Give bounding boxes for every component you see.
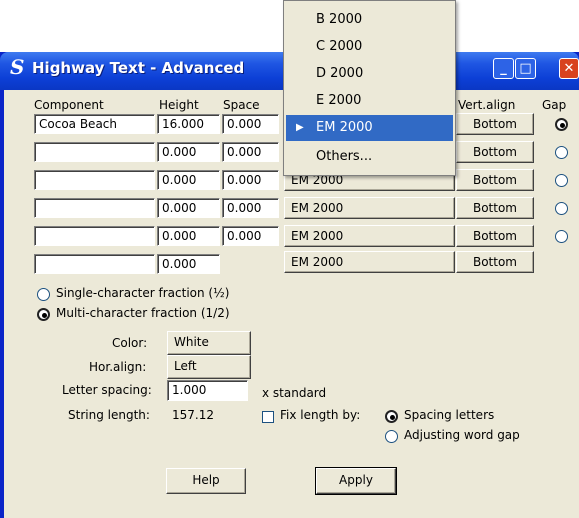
maximize-button[interactable]: □ xyxy=(515,58,536,79)
space-input-5[interactable]: 0.000 xyxy=(222,226,279,246)
highway-s-icon: S xyxy=(10,55,25,79)
component-input-4[interactable] xyxy=(34,198,155,218)
dropdown-item-c2000[interactable]: C 2000 xyxy=(286,34,453,60)
space-input-1[interactable]: 0.000 xyxy=(222,114,279,134)
letter-spacing-unit: x standard xyxy=(262,386,327,400)
multi-fraction-label: Multi-character fraction (1/2) xyxy=(56,306,230,320)
close-icon: ✕ xyxy=(563,61,575,76)
gap-radio-5[interactable] xyxy=(555,230,568,243)
vert-align-button-5[interactable]: Bottom xyxy=(456,225,534,247)
space-input-3[interactable]: 0.000 xyxy=(222,170,279,190)
window-title: Highway Text - Advanced xyxy=(32,59,245,77)
font-select-5[interactable]: EM 2000 xyxy=(284,225,455,247)
hor-align-label: Hor.align: xyxy=(89,360,147,374)
dropdown-item-em2000-label: EM 2000 xyxy=(316,120,373,135)
font-select-4[interactable]: EM 2000 xyxy=(284,197,455,219)
close-button[interactable]: ✕ xyxy=(559,58,579,79)
minimize-button[interactable]: _ xyxy=(493,58,514,79)
dropdown-item-e2000[interactable]: E 2000 xyxy=(286,88,453,114)
header-space: Space xyxy=(223,98,260,112)
dropdown-item-b2000[interactable]: B 2000 xyxy=(286,7,453,33)
dropdown-item-others[interactable]: Others... xyxy=(286,144,453,170)
component-input-5[interactable] xyxy=(34,226,155,246)
header-component: Component xyxy=(34,98,104,112)
dropdown-item-d2000[interactable]: D 2000 xyxy=(286,61,453,87)
multi-fraction-radio[interactable] xyxy=(37,308,50,321)
header-vert-align: Vert.align xyxy=(458,98,516,112)
vert-align-button-6[interactable]: Bottom xyxy=(456,251,534,273)
triangle-right-icon: ▶ xyxy=(296,122,304,133)
gap-radio-3[interactable] xyxy=(555,174,568,187)
color-label: Color: xyxy=(112,336,148,350)
vert-align-button-1[interactable]: Bottom xyxy=(456,113,534,135)
hor-align-button[interactable]: Left xyxy=(167,355,251,379)
fix-spacing-label: Spacing letters xyxy=(404,408,495,422)
color-button[interactable]: White xyxy=(167,331,251,355)
height-input-2[interactable]: 0.000 xyxy=(157,142,220,162)
space-input-2[interactable]: 0.000 xyxy=(222,142,279,162)
component-input-1[interactable]: Cocoa Beach xyxy=(34,114,155,134)
gap-radio-4[interactable] xyxy=(555,202,568,215)
apply-button[interactable]: Apply xyxy=(315,467,397,495)
fix-word-gap-radio[interactable] xyxy=(385,430,398,443)
vert-align-button-2[interactable]: Bottom xyxy=(456,141,534,163)
vert-align-button-3[interactable]: Bottom xyxy=(456,169,534,191)
maximize-icon: □ xyxy=(519,61,532,76)
gap-radio-2[interactable] xyxy=(555,146,568,159)
letter-spacing-label: Letter spacing: xyxy=(62,383,152,397)
fix-length-label: Fix length by: xyxy=(280,408,361,422)
component-input-6[interactable] xyxy=(34,254,155,274)
single-fraction-label: Single-character fraction (½) xyxy=(56,286,230,300)
height-input-6[interactable]: 0.000 xyxy=(157,254,220,274)
letter-spacing-input[interactable]: 1.000 xyxy=(167,380,248,401)
header-gap: Gap xyxy=(542,98,567,112)
help-button[interactable]: Help xyxy=(166,468,246,494)
vert-align-button-4[interactable]: Bottom xyxy=(456,197,534,219)
string-length-value: 157.12 xyxy=(172,408,214,422)
height-input-5[interactable]: 0.000 xyxy=(157,226,220,246)
component-input-2[interactable] xyxy=(34,142,155,162)
string-length-label: String length: xyxy=(68,408,150,422)
space-input-4[interactable]: 0.000 xyxy=(222,198,279,218)
fix-spacing-radio[interactable] xyxy=(385,410,398,423)
height-input-1[interactable]: 16.000 xyxy=(157,114,220,134)
component-input-3[interactable] xyxy=(34,170,155,190)
minimize-icon: _ xyxy=(500,61,507,76)
fix-word-gap-label: Adjusting word gap xyxy=(404,428,520,442)
gap-radio-1[interactable] xyxy=(555,118,568,131)
height-input-4[interactable]: 0.000 xyxy=(157,198,220,218)
font-dropdown-list: B 2000 C 2000 D 2000 E 2000 ▶ EM 2000 Ot… xyxy=(283,0,456,176)
height-input-3[interactable]: 0.000 xyxy=(157,170,220,190)
fix-length-checkbox[interactable] xyxy=(262,411,274,423)
font-select-6[interactable]: EM 2000 xyxy=(284,251,455,273)
dropdown-item-em2000[interactable]: ▶ EM 2000 xyxy=(286,115,453,141)
header-height: Height xyxy=(159,98,199,112)
single-fraction-radio[interactable] xyxy=(37,288,50,301)
